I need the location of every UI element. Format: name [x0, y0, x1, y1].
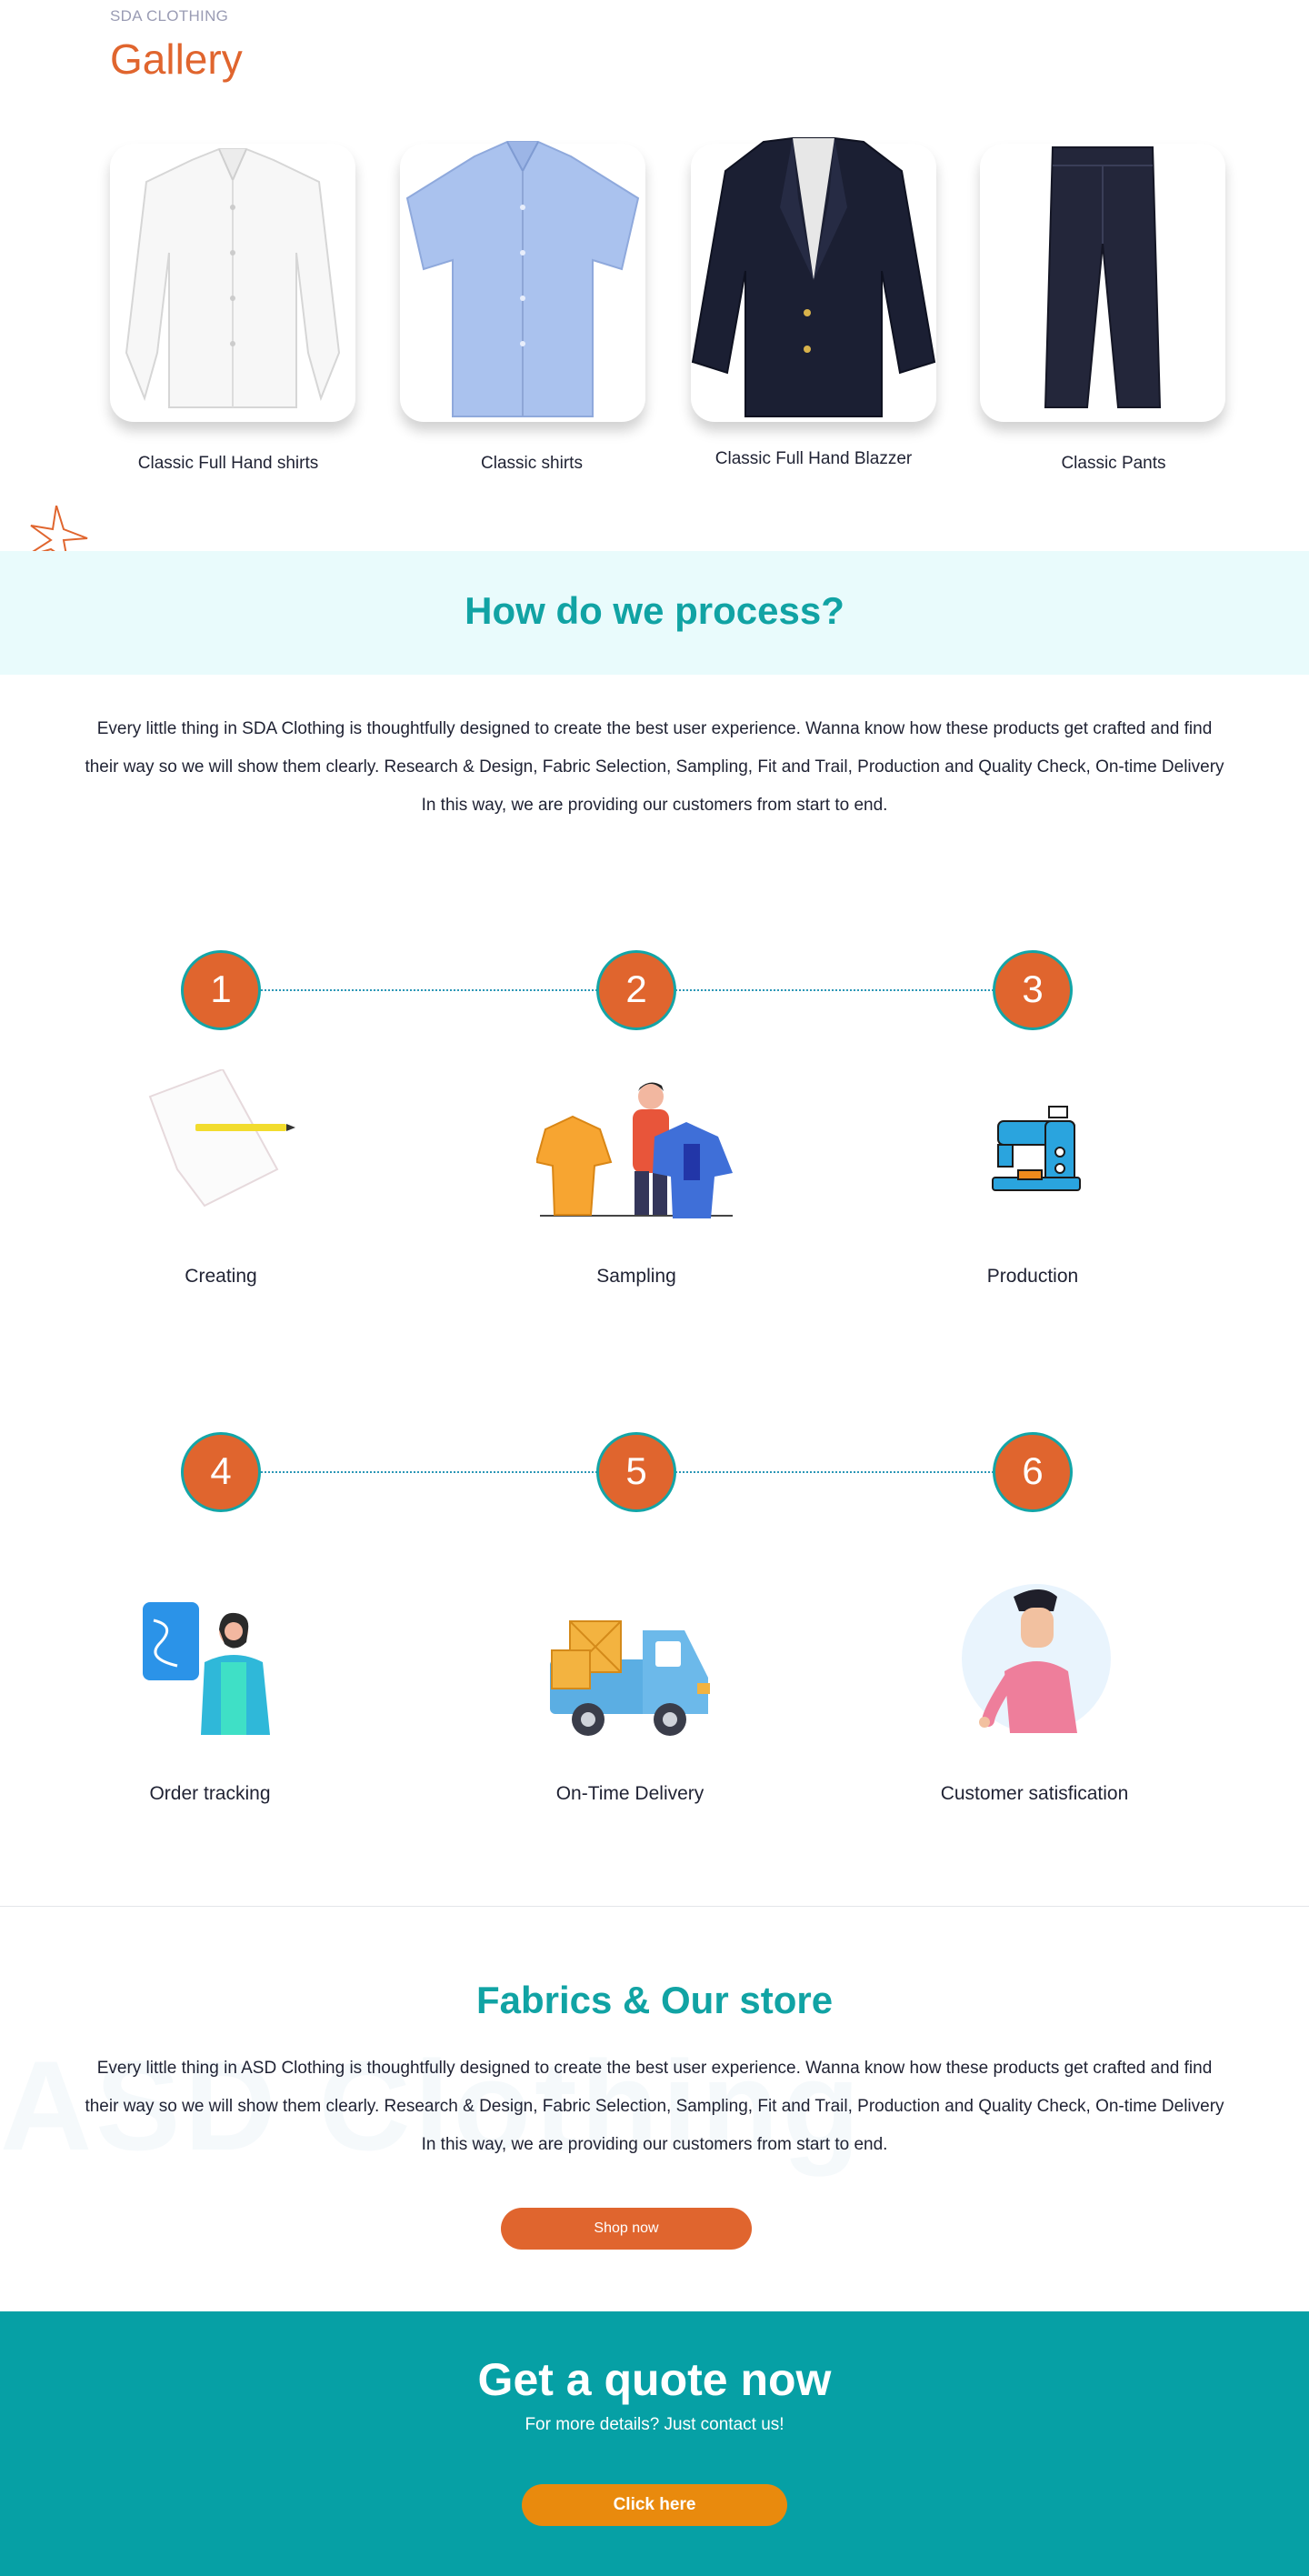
- gallery-title: Gallery: [110, 35, 243, 83]
- quote-subtitle: For more details? Just contact us!: [525, 2415, 784, 2434]
- gallery-item-label: Classic Pants: [1061, 454, 1166, 473]
- step-number-badge: 4: [181, 1432, 261, 1512]
- step-label: Customer satisfication: [940, 1783, 1129, 1804]
- fabrics-title: Fabrics & Our store: [475, 1979, 834, 2021]
- step-label: Order tracking: [149, 1783, 271, 1804]
- step-number-badge: 2: [596, 950, 676, 1030]
- section-divider: [0, 1906, 1309, 1907]
- gallery-item-label: Classic Full Hand shirts: [137, 454, 319, 473]
- gallery-card-blazer[interactable]: [691, 137, 936, 422]
- step-label: Sampling: [596, 1266, 676, 1287]
- clothes-sampling-icon: [536, 1082, 733, 1218]
- step-label: Creating: [185, 1266, 257, 1287]
- white-shirt-image: [125, 148, 341, 408]
- gallery-card-blue-shirt[interactable]: [400, 141, 645, 422]
- click-here-button[interactable]: Click here: [522, 2484, 787, 2526]
- order-tracking-icon: [143, 1602, 270, 1735]
- step-number-badge: 5: [596, 1432, 676, 1512]
- gallery-card-pants[interactable]: [980, 144, 1225, 422]
- gallery-item-label: Classic shirts: [481, 454, 583, 473]
- customer-icon: [962, 1584, 1111, 1733]
- step-label: Production: [986, 1266, 1079, 1287]
- quote-title: Get a quote now: [477, 2354, 832, 2405]
- blazer-image: [691, 137, 936, 417]
- section-eyebrow: SDA CLOTHING: [110, 7, 229, 25]
- shop-now-button[interactable]: Shop now: [501, 2208, 752, 2250]
- gallery-item-label: Classic Full Hand Blazzer: [714, 449, 913, 468]
- delivery-truck-icon: [550, 1620, 710, 1736]
- blue-shirt-image: [405, 141, 640, 417]
- pants-image: [1044, 146, 1162, 408]
- quote-section: [0, 2311, 1309, 2576]
- star-icon: [25, 506, 88, 556]
- paper-pencil-icon: [148, 1069, 295, 1208]
- step-number-badge: 6: [993, 1432, 1073, 1512]
- gallery-card-white-shirt[interactable]: [110, 144, 355, 422]
- step-number-badge: 3: [993, 950, 1073, 1030]
- process-description: Every little thing in SDA Clothing is th…: [85, 719, 1224, 815]
- sewing-machine-icon: [992, 1106, 1081, 1191]
- process-title: How do we process?: [465, 589, 844, 632]
- step-label: On-Time Delivery: [555, 1783, 704, 1804]
- fabrics-description: Every little thing in ASD Clothing is th…: [85, 2059, 1224, 2154]
- step-number-badge: 1: [181, 950, 261, 1030]
